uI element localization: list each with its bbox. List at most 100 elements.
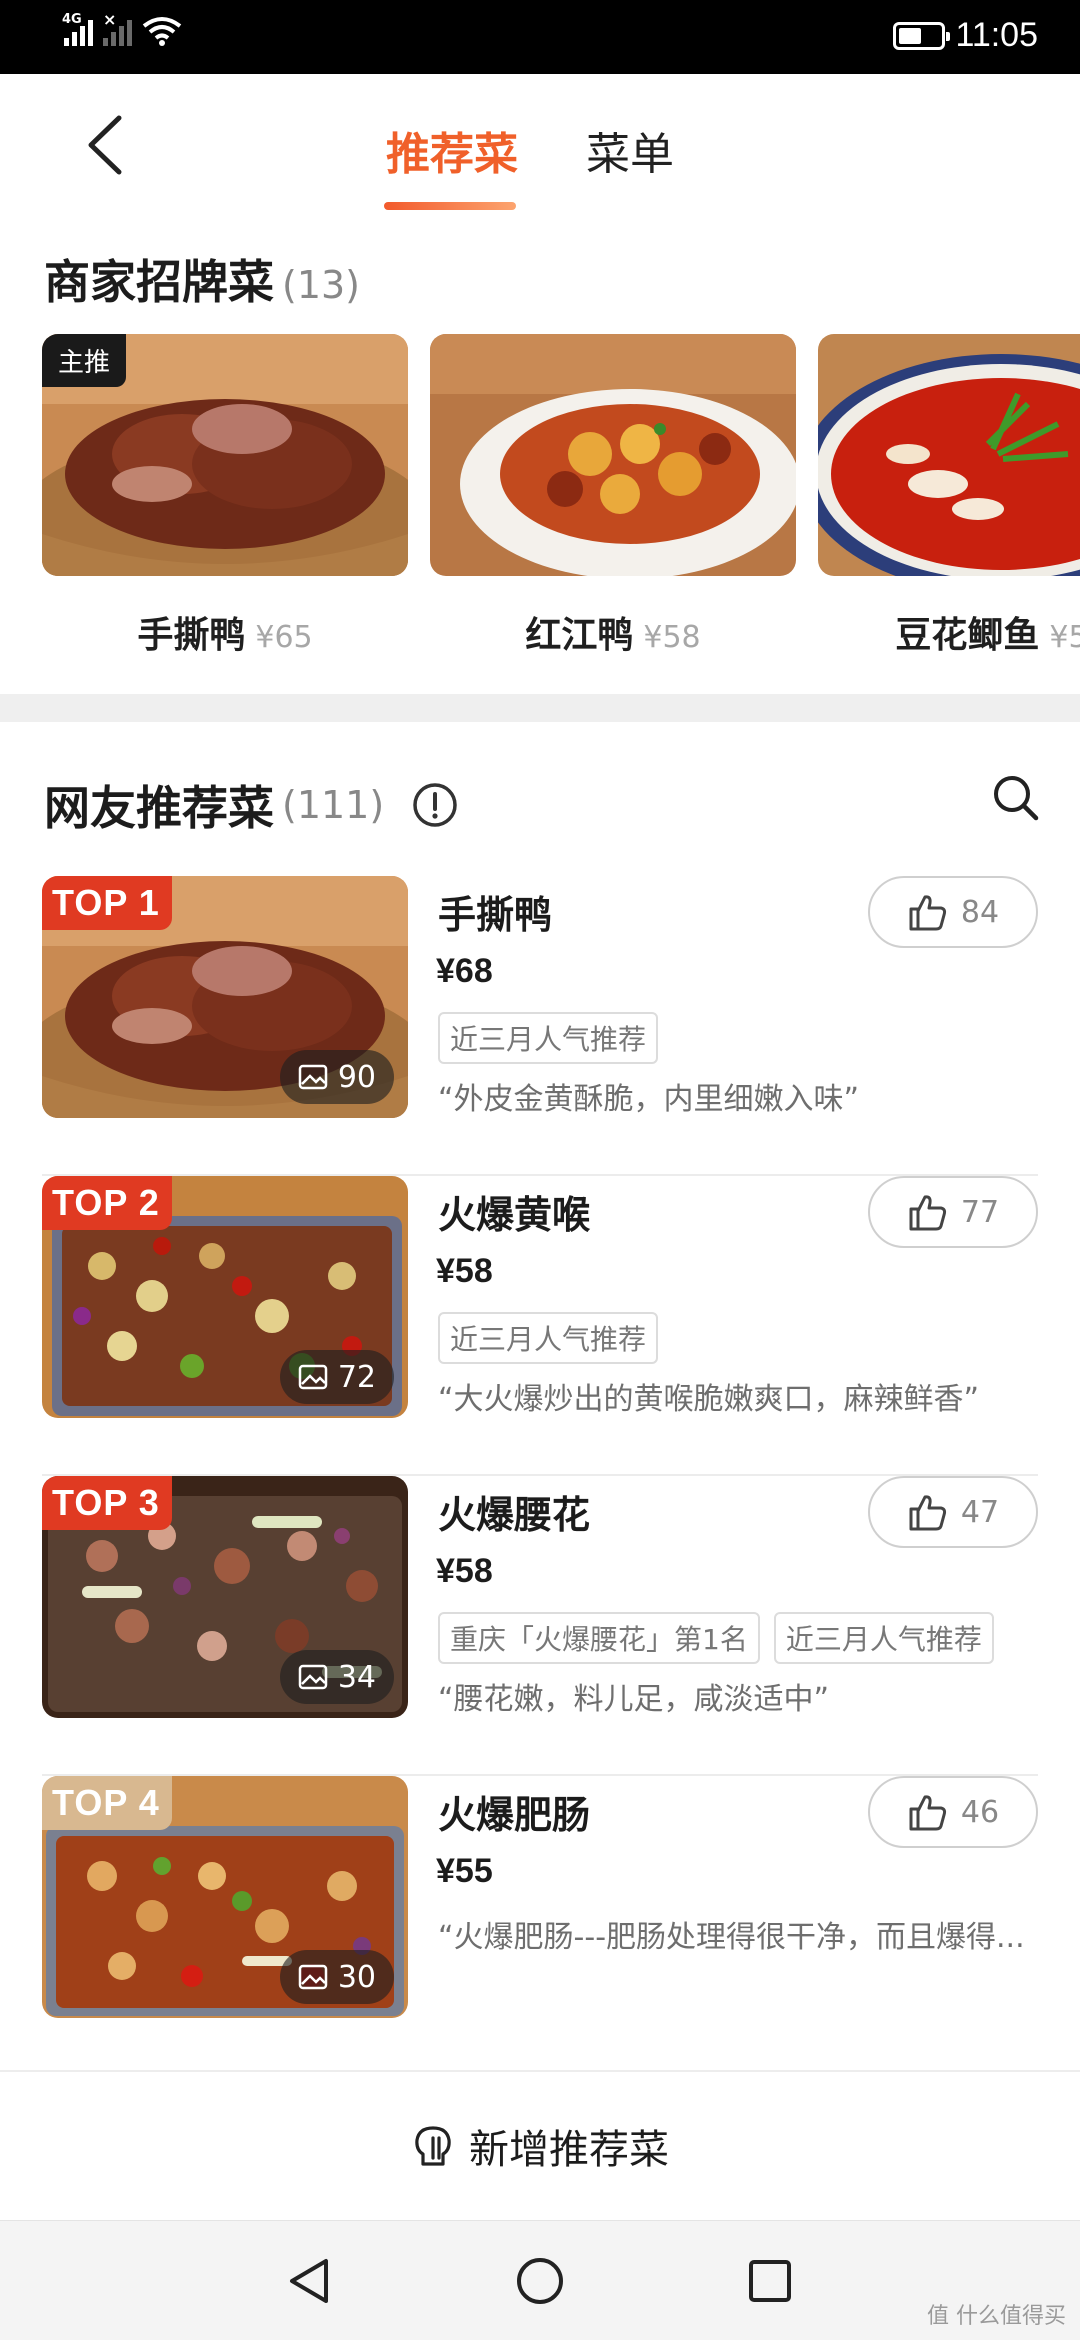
wifi-icon xyxy=(142,17,182,46)
dish-price: ¥58 xyxy=(436,1552,493,1590)
nav-home-icon[interactable] xyxy=(510,2251,570,2311)
thumbs-up-icon xyxy=(909,1795,946,1831)
like-count: 46 xyxy=(960,1794,1000,1830)
rank-badge: TOP 4 xyxy=(42,1776,172,1830)
thumbs-up-icon xyxy=(909,1195,946,1231)
like-count: 77 xyxy=(960,1194,1000,1230)
photo-count-value: 34 xyxy=(337,1659,376,1695)
tofu-fish-image xyxy=(818,334,1080,576)
dish-photo[interactable]: TOP 2 72 xyxy=(42,1176,408,1418)
clock: 11:05 xyxy=(955,16,1038,54)
dish-photo[interactable]: TOP 3 34 xyxy=(42,1476,408,1718)
list-item[interactable]: TOP 3 34 火爆腰花 ¥58 重庆「火爆腰花」第1名 近三月人气推荐 “腰… xyxy=(42,1476,1038,1776)
status-bar: 4G × 11:05 xyxy=(0,0,1080,74)
dish-price: ¥55 xyxy=(436,1852,493,1890)
signature-card[interactable]: 红江鸭 ¥58 xyxy=(430,334,796,658)
dish-name: 火爆黄喉 xyxy=(438,1193,591,1237)
image-icon xyxy=(298,1664,328,1690)
chevron-left-icon xyxy=(88,115,122,175)
rank-badge: TOP 3 xyxy=(42,1476,172,1530)
dish-name: 火爆肥肠 xyxy=(438,1793,591,1837)
dish-tag: 近三月人气推荐 xyxy=(773,1612,994,1664)
signature-count: (13) xyxy=(282,263,361,307)
recommend-section-title: 网友推荐菜 (111) xyxy=(44,772,458,838)
dish-caption: 豆花鲫鱼 ¥58 xyxy=(818,606,1080,658)
dish-name: 豆花鲫鱼 xyxy=(895,615,1040,656)
photo-count-value: 90 xyxy=(337,1059,376,1095)
thumbs-up-icon xyxy=(909,1495,946,1531)
signature-carousel[interactable]: 主推 手撕鸭 ¥65 红江鸭 ¥58 豆花鲫鱼 ¥5 xyxy=(42,334,1080,674)
dish-caption: 手撕鸭 ¥65 xyxy=(42,606,408,658)
active-tab-indicator xyxy=(384,202,516,210)
signature-card[interactable]: 豆花鲫鱼 ¥58 xyxy=(818,334,1080,658)
status-icons-left: 4G × xyxy=(62,10,182,46)
review-quote: “大火爆炒出的黄喉脆嫩爽口，麻辣鲜香” xyxy=(438,1382,980,1417)
list-item[interactable]: TOP 4 30 火爆肥肠 ¥55 “火爆肥肠---肥肠处理得很干净，而且爆得.… xyxy=(42,1776,1038,2076)
battery-level xyxy=(899,27,922,44)
image-icon xyxy=(298,1064,328,1090)
signature-section-title: 商家招牌菜 (13) xyxy=(44,246,360,312)
list-item[interactable]: TOP 2 72 火爆黄喉 ¥58 近三月人气推荐 “大火爆炒出的黄喉脆嫩爽口，… xyxy=(42,1176,1038,1476)
dish-photo[interactable]: TOP 4 30 xyxy=(42,1776,408,2018)
dish-price: ¥65 xyxy=(255,620,313,655)
watermark: 值 什么值得买 xyxy=(927,2304,1066,2329)
featured-badge: 主推 xyxy=(42,334,127,387)
recommend-title-text: 网友推荐菜 xyxy=(44,781,274,835)
signature-card[interactable]: 主推 手撕鸭 ¥65 xyxy=(42,334,408,658)
dish-name: 手撕鸭 xyxy=(438,893,553,937)
photo-count: 72 xyxy=(279,1350,394,1404)
tab-recommended[interactable]: 推荐菜 xyxy=(386,118,518,182)
like-count: 84 xyxy=(960,894,1000,930)
photo-count: 30 xyxy=(279,1950,394,2004)
app-screen: 4G × 11:05 推荐菜 菜单 商家招牌菜 (13) 主推 手撕鸭 ¥65 … xyxy=(0,0,1080,2340)
rank-badge: TOP 1 xyxy=(42,876,172,930)
review-quote: “腰花嫩，料儿足，咸淡适中” xyxy=(438,1682,830,1717)
like-button[interactable]: 47 xyxy=(868,1476,1038,1548)
photo-count: 34 xyxy=(279,1650,394,1704)
like-count: 47 xyxy=(960,1494,1000,1530)
photo-count-value: 72 xyxy=(337,1359,376,1395)
photo-count: 90 xyxy=(279,1050,394,1104)
like-button[interactable]: 77 xyxy=(868,1176,1038,1248)
chef-hat-icon xyxy=(415,2126,451,2166)
recommend-list: TOP 1 90 手撕鸭 ¥68 近三月人气推荐 “外皮金黄酥脆，内里细嫩入味”… xyxy=(42,876,1038,2076)
status-icons-right: 11:05 xyxy=(893,16,1038,55)
add-recommendation-label: 新增推荐菜 xyxy=(469,2127,669,2173)
dish-photo xyxy=(818,334,1080,576)
list-item[interactable]: TOP 1 90 手撕鸭 ¥68 近三月人气推荐 “外皮金黄酥脆，内里细嫩入味”… xyxy=(42,876,1038,1176)
nav-back-icon[interactable] xyxy=(280,2251,340,2311)
nav-recents-icon[interactable] xyxy=(740,2251,800,2311)
like-button[interactable]: 84 xyxy=(868,876,1038,948)
review-quote: “外皮金黄酥脆，内里细嫩入味” xyxy=(438,1082,860,1117)
dish-price: ¥68 xyxy=(436,952,493,990)
recommend-count: (111) xyxy=(282,783,385,827)
photo-count-value: 30 xyxy=(337,1959,376,1995)
dish-tag: 近三月人气推荐 xyxy=(438,1312,659,1364)
dish-name: 红江鸭 xyxy=(525,615,634,656)
secondary-signal-icon: × xyxy=(103,10,132,46)
dish-price: ¥58 xyxy=(436,1252,493,1290)
dish-price: ¥58 xyxy=(643,620,701,655)
dish-tags: 重庆「火爆腰花」第1名 近三月人气推荐 xyxy=(438,1612,994,1664)
tab-menu[interactable]: 菜单 xyxy=(586,118,674,182)
dish-tags: 近三月人气推荐 xyxy=(438,1312,659,1364)
battery-icon xyxy=(893,21,951,50)
dish-name: 火爆腰花 xyxy=(438,1493,591,1537)
braised-duck-image xyxy=(430,334,796,576)
add-recommendation-button[interactable]: 新增推荐菜 xyxy=(0,2070,1080,2220)
like-button[interactable]: 46 xyxy=(868,1776,1038,1848)
image-icon xyxy=(298,1964,328,1990)
back-button[interactable] xyxy=(80,112,130,178)
dish-tag: 近三月人气推荐 xyxy=(438,1012,659,1064)
dish-caption: 红江鸭 ¥58 xyxy=(430,606,796,658)
dish-photo xyxy=(430,334,796,576)
dish-photo[interactable]: TOP 1 90 xyxy=(42,876,408,1118)
image-icon xyxy=(298,1364,328,1390)
dish-tag: 重庆「火爆腰花」第1名 xyxy=(438,1612,760,1664)
search-icon[interactable] xyxy=(990,772,1042,824)
dish-tags: 近三月人气推荐 xyxy=(438,1012,659,1064)
dish-photo: 主推 xyxy=(42,334,408,576)
network-type-label: 4G xyxy=(62,12,82,27)
info-icon[interactable] xyxy=(412,782,458,828)
dish-name: 手撕鸭 xyxy=(137,615,246,656)
